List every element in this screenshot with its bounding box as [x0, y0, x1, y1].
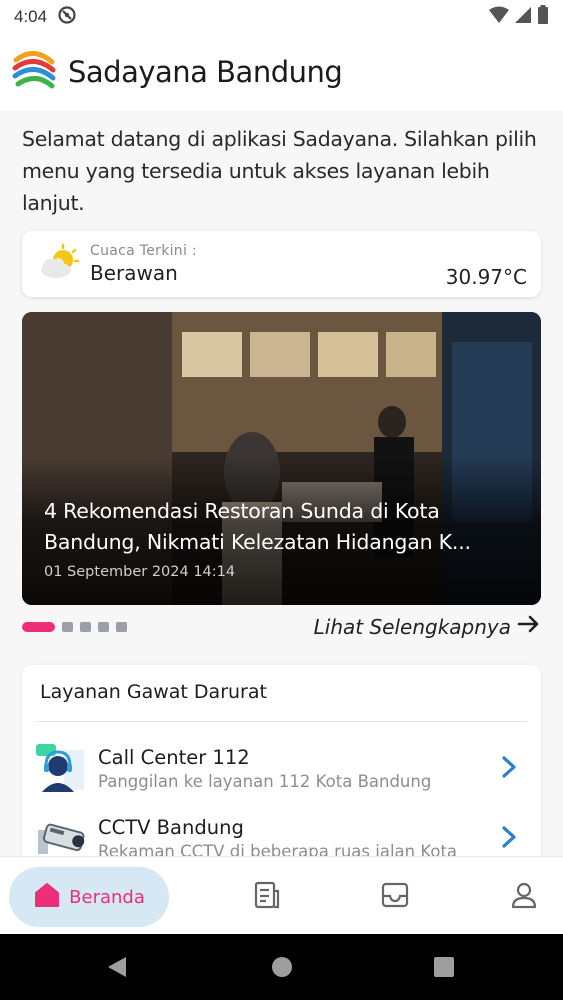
partly-cloudy-icon [36, 242, 80, 286]
see-more-link[interactable]: Lihat Selengkapnya [314, 614, 541, 639]
carousel-indicator [22, 622, 127, 632]
app-title: Sadayana Bandung [68, 55, 343, 89]
service-item-call-center[interactable]: Call Center 112 Panggilan ke layanan 112… [22, 735, 541, 801]
status-time: 4:04 [14, 7, 48, 26]
nav-item-profile[interactable] [489, 867, 559, 927]
carousel-dot[interactable] [80, 622, 91, 632]
news-date: 01 September 2024 14:14 [44, 564, 236, 580]
weather-condition: Berawan [90, 261, 178, 285]
weather-card[interactable]: Cuaca Terkini : Berawan 30.97°C [22, 231, 541, 297]
system-navigation-bar [0, 934, 563, 1000]
divider [36, 721, 527, 722]
welcome-text: Selamat datang di aplikasi Sadayana. Sil… [22, 127, 537, 215]
weather-temperature: 30.97°C [445, 265, 527, 289]
nav-item-home[interactable]: Beranda [9, 867, 169, 927]
news-title: 4 Rekomendasi Restoran Sunda di Kota Ban… [44, 496, 524, 558]
arrow-right-icon [517, 614, 541, 639]
inbox-icon [381, 881, 409, 913]
carousel-dot[interactable] [62, 622, 73, 632]
app-header: Sadayana Bandung [0, 34, 563, 110]
signal-icon [515, 6, 531, 28]
status-bar: 4:04 [0, 0, 563, 34]
call-center-icon [34, 742, 86, 794]
news-title-line1: 4 Rekomendasi Restoran Sunda di Kota [44, 499, 440, 523]
nav-item-news[interactable] [232, 867, 302, 927]
service-title: CCTV Bandung [98, 815, 244, 839]
home-icon [33, 881, 61, 913]
bottom-navigation: Beranda [0, 856, 563, 934]
service-title: Call Center 112 [98, 745, 250, 769]
sync-icon [57, 5, 77, 29]
nav-item-inbox[interactable] [360, 867, 430, 927]
chevron-right-icon [501, 755, 517, 783]
emergency-services-card: Layanan Gawat Darurat Call Center 112 Pa… [22, 665, 541, 875]
battery-icon [537, 5, 549, 29]
weather-label: Cuaca Terkini : [90, 243, 197, 259]
carousel-dot-active[interactable] [22, 622, 55, 632]
nav-label-home: Beranda [69, 886, 145, 908]
back-icon[interactable] [106, 955, 128, 983]
recents-icon[interactable] [433, 955, 455, 983]
home-button-icon[interactable] [271, 955, 293, 983]
chevron-right-icon [501, 825, 517, 853]
emergency-section-title: Layanan Gawat Darurat [40, 681, 267, 703]
news-icon [254, 881, 280, 913]
carousel-dot[interactable] [98, 622, 109, 632]
sadayana-logo [12, 48, 56, 96]
service-subtitle: Panggilan ke layanan 112 Kota Bandung [98, 771, 432, 791]
wifi-icon [489, 6, 509, 28]
profile-icon [510, 881, 538, 913]
news-carousel-card[interactable]: 4 Rekomendasi Restoran Sunda di Kota Ban… [22, 312, 541, 605]
see-more-label: Lihat Selengkapnya [313, 614, 511, 639]
news-title-line2: Bandung, Nikmati Kelezatan Hidangan K... [44, 530, 471, 554]
carousel-dot[interactable] [116, 622, 127, 632]
